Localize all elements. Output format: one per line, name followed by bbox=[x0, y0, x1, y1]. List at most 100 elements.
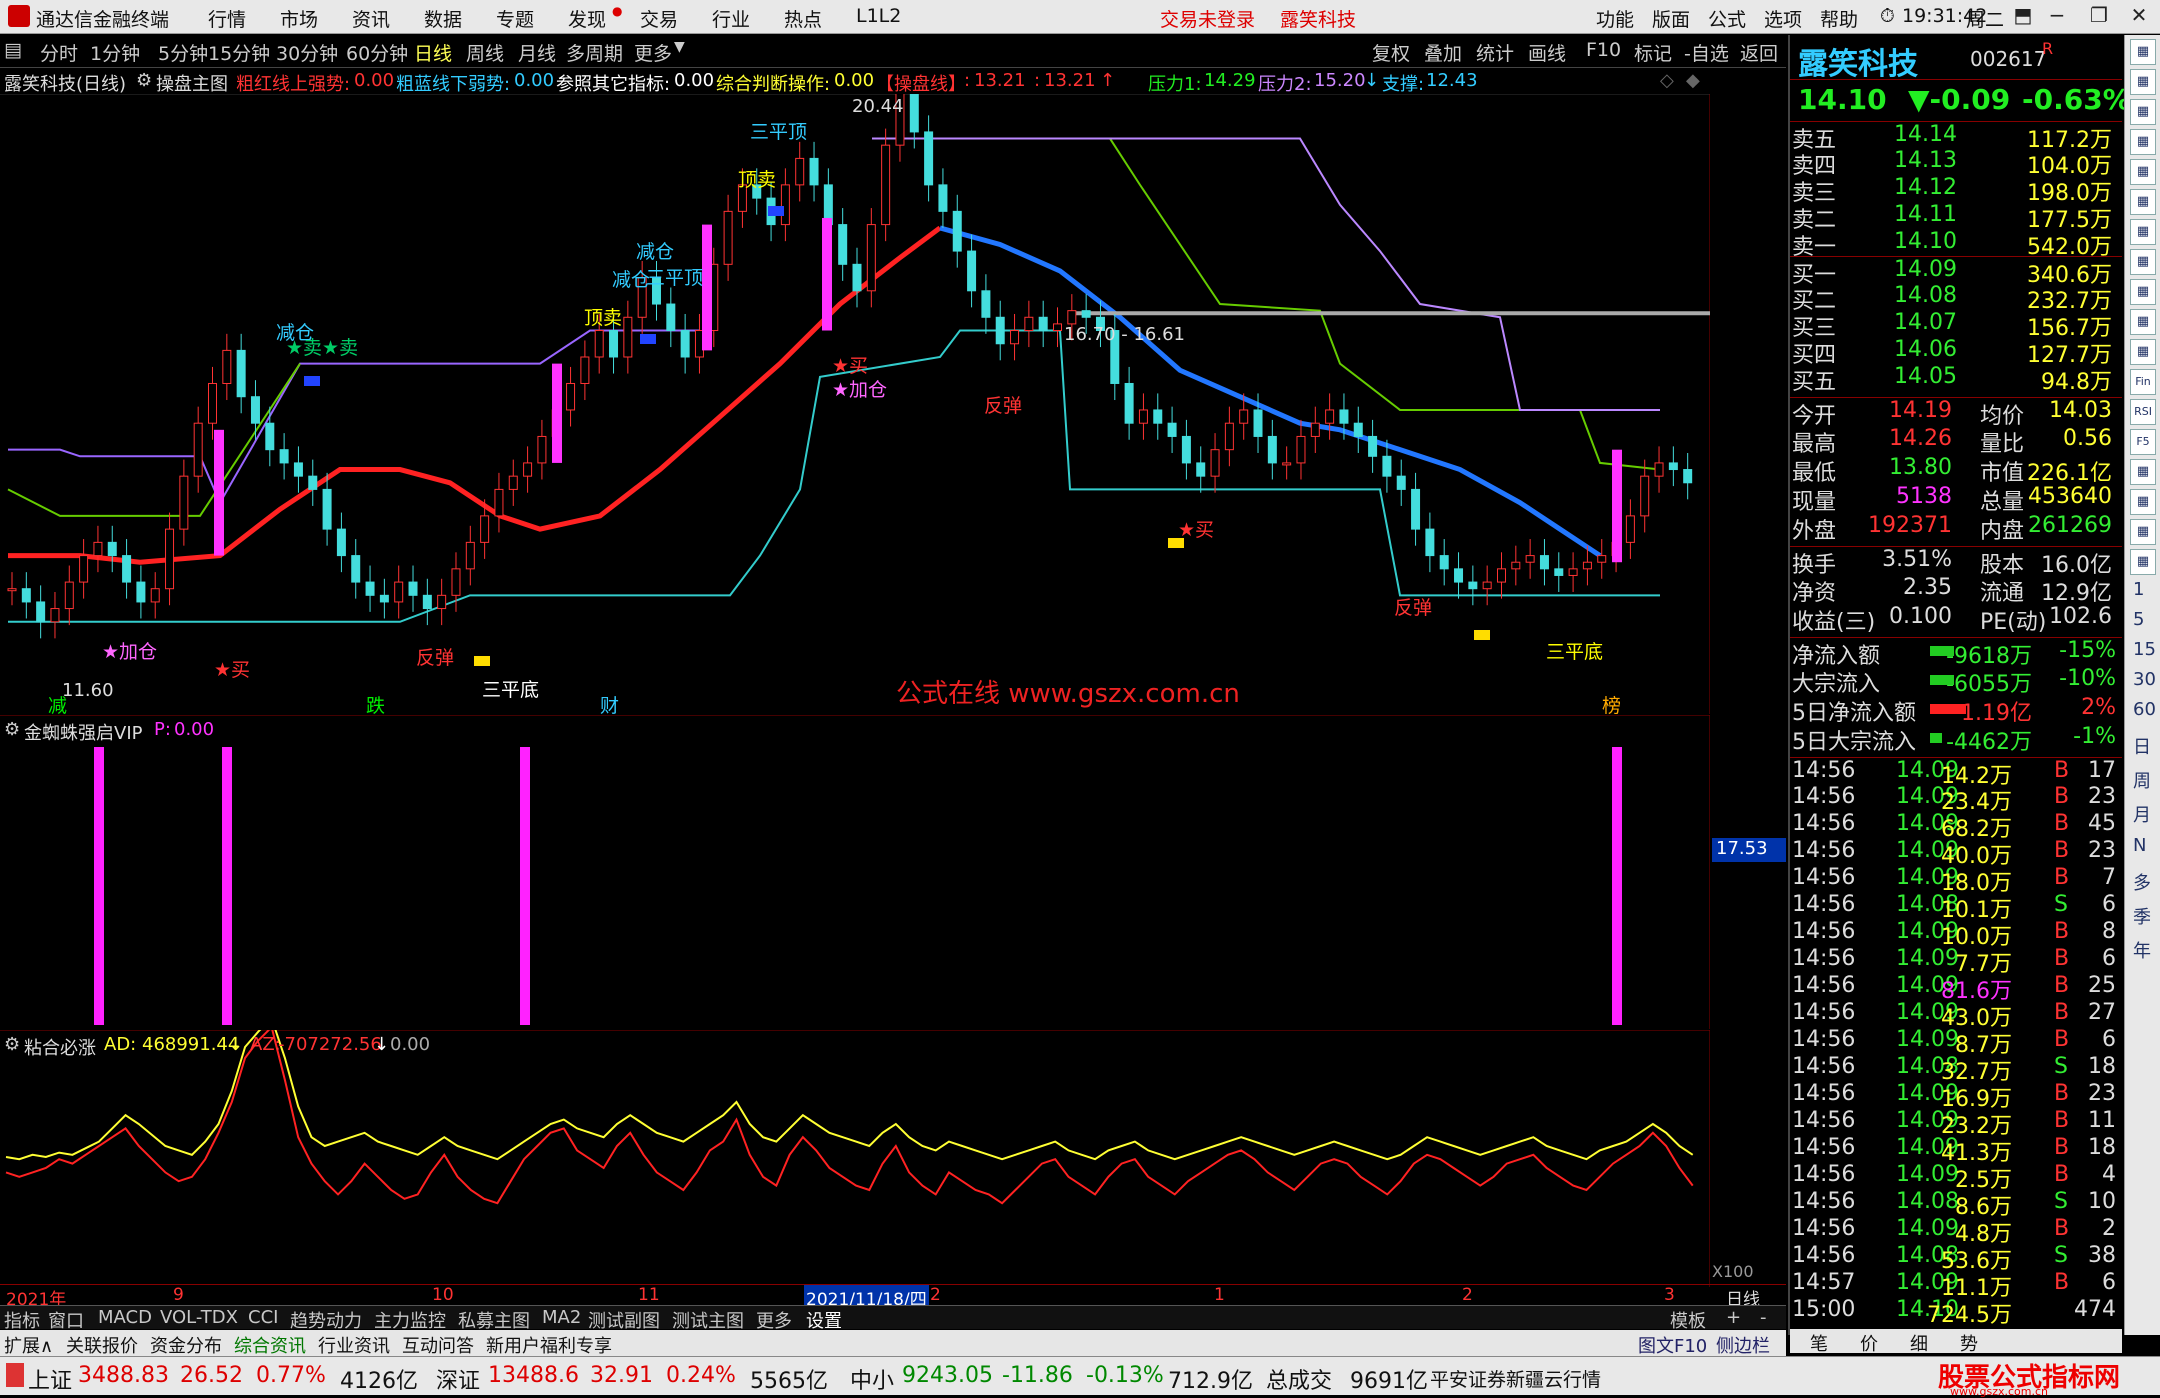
tab-plus[interactable]: + bbox=[1726, 1307, 1741, 1328]
side-tool-icon[interactable]: ▦ bbox=[2130, 99, 2156, 125]
side-period-unit[interactable]: 多 bbox=[2133, 869, 2151, 895]
side-tool-icon[interactable]: RSI bbox=[2130, 399, 2156, 425]
btn-zixuan[interactable]: -自选 bbox=[1684, 39, 1729, 66]
menu-faxian[interactable]: 发现 bbox=[568, 5, 606, 32]
diamond-icon[interactable]: ◇ bbox=[1660, 70, 1674, 91]
side-tool-icon[interactable]: ▦ bbox=[2130, 159, 2156, 185]
tab-zonghe[interactable]: 综合资讯 bbox=[234, 1332, 306, 1358]
btn-fuquan[interactable]: 复权 bbox=[1372, 39, 1410, 66]
side-period-unit[interactable]: 季 bbox=[2133, 903, 2151, 929]
btn-fanhui[interactable]: 返回 bbox=[1740, 39, 1778, 66]
side-period-unit[interactable]: N bbox=[2133, 835, 2146, 856]
side-tool-icon[interactable]: ▦ bbox=[2130, 549, 2156, 575]
side-period-number[interactable]: 1 bbox=[2133, 579, 2144, 600]
period-30min[interactable]: 30分钟 bbox=[276, 39, 338, 66]
btn-biaoji[interactable]: 标记 bbox=[1634, 39, 1672, 66]
menu-gongneng[interactable]: 功能 bbox=[1596, 5, 1634, 32]
restore-icon[interactable]: ❐ bbox=[2086, 3, 2112, 29]
side-period-number[interactable]: 15 bbox=[2133, 639, 2156, 660]
menu-hangqing[interactable]: 行情 bbox=[208, 5, 246, 32]
zx-label[interactable]: 中小 bbox=[850, 1363, 894, 1395]
side-tool-icon[interactable]: ▦ bbox=[2130, 279, 2156, 305]
menu-gongshi[interactable]: 公式 bbox=[1708, 5, 1746, 32]
menu-jiaoyi[interactable]: 交易 bbox=[640, 5, 678, 32]
sh-label[interactable]: 上证 bbox=[28, 1363, 72, 1395]
menu-banmian[interactable]: 版面 bbox=[1652, 5, 1690, 32]
side-period-unit[interactable]: 周 bbox=[2133, 767, 2151, 793]
tab-ma2[interactable]: MA2 bbox=[542, 1307, 581, 1328]
kline-chart[interactable]: 20.0019.0018.0017.0016.0015.0014.0013.00… bbox=[0, 94, 1710, 714]
tab-guanlian[interactable]: 关联报价 bbox=[66, 1332, 138, 1358]
menu-shuju[interactable]: 数据 bbox=[424, 5, 462, 32]
side-tool-icon[interactable]: ▦ bbox=[2130, 129, 2156, 155]
sub2-gear-icon[interactable]: ⚙ bbox=[4, 1034, 20, 1055]
tab-vol-tdx[interactable]: VOL-TDX bbox=[160, 1307, 238, 1328]
side-tool-icon[interactable]: ▦ bbox=[2130, 249, 2156, 275]
side-period-number[interactable]: 60 bbox=[2133, 699, 2156, 720]
sub1-gear-icon[interactable]: ⚙ bbox=[4, 719, 20, 740]
toolbar-left-icon[interactable]: ▤ bbox=[4, 39, 22, 61]
side-period-unit[interactable]: 日 bbox=[2133, 733, 2151, 759]
sub2-name[interactable]: 粘合必涨 bbox=[24, 1034, 96, 1060]
side-tool-icon[interactable]: ▦ bbox=[2130, 219, 2156, 245]
tab-expand[interactable]: 扩展∧ bbox=[4, 1332, 53, 1358]
quote-tab[interactable]: 价 bbox=[1860, 1330, 1878, 1356]
menu-hangye[interactable]: 行业 bbox=[712, 5, 750, 32]
tab-minus[interactable]: - bbox=[1760, 1307, 1767, 1328]
sub1-name[interactable]: 金蜘蛛强启VIP bbox=[24, 719, 142, 745]
period-multi[interactable]: 多周期 bbox=[566, 39, 623, 66]
btn-f10[interactable]: F10 bbox=[1586, 39, 1621, 61]
side-tool-icon[interactable]: ▦ bbox=[2130, 39, 2156, 65]
menu-bangzhu[interactable]: 帮助 bbox=[1820, 5, 1858, 32]
close-icon[interactable]: ✕ bbox=[2126, 3, 2152, 29]
side-period-unit[interactable]: 月 bbox=[2133, 801, 2151, 827]
menu-l1l2[interactable]: L1L2 bbox=[856, 5, 901, 27]
side-tool-icon[interactable]: ▦ bbox=[2130, 519, 2156, 545]
btn-diejia[interactable]: 叠加 bbox=[1424, 39, 1462, 66]
side-tool-icon[interactable]: ▦ bbox=[2130, 459, 2156, 485]
sub1-chart[interactable]: 30.0025.0020.0015.0010.005.00 bbox=[0, 715, 1710, 1029]
period-week[interactable]: 周线 bbox=[466, 39, 504, 66]
side-period-number[interactable]: 5 bbox=[2133, 609, 2144, 630]
quote-tab[interactable]: 势 bbox=[1960, 1330, 1978, 1356]
period-5min[interactable]: 5分钟 bbox=[158, 39, 208, 66]
side-tool-icon[interactable]: ▦ bbox=[2130, 489, 2156, 515]
minimize-icon[interactable]: − bbox=[2044, 3, 2070, 29]
period-more[interactable]: 更多 bbox=[634, 39, 672, 66]
more-chevron-icon[interactable]: ▼ bbox=[674, 39, 685, 55]
tab-zijin[interactable]: 资金分布 bbox=[150, 1332, 222, 1358]
gear-icon[interactable]: ⚙ bbox=[136, 70, 152, 91]
side-tool-icon[interactable]: ▦ bbox=[2130, 339, 2156, 365]
period-60min[interactable]: 60分钟 bbox=[346, 39, 408, 66]
trade-login-status[interactable]: 交易未登录 bbox=[1160, 5, 1255, 32]
period-fenshi[interactable]: 分时 bbox=[40, 39, 78, 66]
period-month[interactable]: 月线 bbox=[518, 39, 556, 66]
tab-hudong[interactable]: 互动问答 bbox=[402, 1332, 474, 1358]
menu-zhuanti[interactable]: 专题 bbox=[496, 5, 534, 32]
side-tool-icon[interactable]: ▦ bbox=[2130, 189, 2156, 215]
side-tool-icon[interactable]: ▦ bbox=[2130, 309, 2156, 335]
period-day[interactable]: 日线 bbox=[414, 39, 452, 66]
tab-macd[interactable]: MACD bbox=[98, 1307, 152, 1328]
quote-tab[interactable]: 细 bbox=[1910, 1330, 1928, 1356]
side-tool-icon[interactable]: F5 bbox=[2130, 429, 2156, 455]
side-period-number[interactable]: 30 bbox=[2133, 669, 2156, 690]
btn-tongji[interactable]: 统计 bbox=[1476, 39, 1514, 66]
menu-xuanxiang[interactable]: 选项 bbox=[1764, 5, 1802, 32]
btn-huaxian[interactable]: 画线 bbox=[1528, 39, 1566, 66]
diamond-filled-icon[interactable]: ◆ bbox=[1686, 70, 1700, 91]
main-indicator-name[interactable]: 操盘主图 bbox=[156, 70, 228, 96]
menu-shichang[interactable]: 市场 bbox=[280, 5, 318, 32]
period-1min[interactable]: 1分钟 bbox=[90, 39, 140, 66]
side-period-unit[interactable]: 年 bbox=[2133, 937, 2151, 963]
menu-redian[interactable]: 热点 bbox=[784, 5, 822, 32]
sub2-chart[interactable]: 6000040000200000 bbox=[0, 1030, 1710, 1287]
skin-icon[interactable]: ⬒ bbox=[2010, 3, 2036, 29]
menu-zixun[interactable]: 资讯 bbox=[352, 5, 390, 32]
side-tool-icon[interactable]: Fin bbox=[2130, 369, 2156, 395]
sz-label[interactable]: 深证 bbox=[436, 1363, 480, 1395]
period-15min[interactable]: 15分钟 bbox=[208, 39, 270, 66]
tab-hangye[interactable]: 行业资讯 bbox=[318, 1332, 390, 1358]
side-tool-icon[interactable]: ▦ bbox=[2130, 69, 2156, 95]
tab-cci[interactable]: CCI bbox=[248, 1307, 278, 1328]
